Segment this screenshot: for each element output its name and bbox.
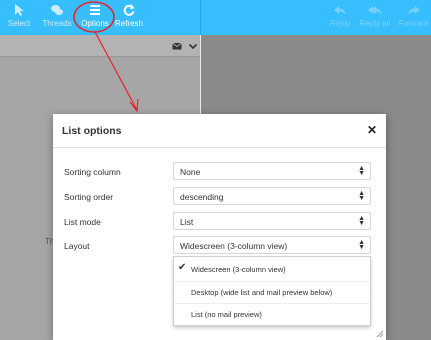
sorting-order-row: Sorting order descending ▲ ▼ <box>53 187 386 207</box>
forward-label: Forward <box>398 19 429 28</box>
check-icon: ✔ <box>178 262 187 273</box>
message-list-header <box>0 35 200 57</box>
reply-all-label: Reply all <box>359 19 391 28</box>
option-label: Desktop (wide list and mail preview belo… <box>191 288 333 297</box>
list-mode-row: List mode List ▲ ▼ <box>53 212 386 232</box>
list-mode-label: List mode <box>64 217 101 227</box>
sorting-column-label: Sorting column <box>64 167 121 177</box>
layout-dropdown: ✔ Widescreen (3-column view) Desktop (wi… <box>173 256 371 326</box>
forward-icon <box>407 6 420 15</box>
select-arrows-icon: ▲ ▼ <box>358 215 365 227</box>
list-options-dialog: List options ✕ Sorting column None ▲ ▼ So… <box>53 114 386 340</box>
sorting-order-select[interactable]: descending ▲ ▼ <box>173 187 371 205</box>
layout-label: Layout <box>64 241 90 251</box>
forward-button[interactable]: Forward <box>397 3 430 33</box>
cursor-icon <box>15 4 24 16</box>
sorting-column-value: None <box>180 167 201 177</box>
sorting-column-select[interactable]: None ▲ ▼ <box>173 162 371 180</box>
select-arrows-icon: ▲ ▼ <box>358 239 365 251</box>
option-label: Widescreen (3-column view) <box>191 265 286 274</box>
select-label: Select <box>7 19 31 28</box>
chevron-down-icon[interactable] <box>188 41 198 51</box>
sorting-order-label: Sorting order <box>64 192 114 202</box>
options-label: Options <box>81 19 109 28</box>
sorting-column-row: Sorting column None ▲ ▼ <box>53 162 386 182</box>
refresh-icon <box>123 4 135 16</box>
dialog-title: List options <box>62 125 122 137</box>
list-mode-select[interactable]: List ▲ ▼ <box>173 212 371 230</box>
toolbar-divider <box>200 0 201 35</box>
reply-all-button[interactable]: Reply all <box>357 3 393 33</box>
threads-icon <box>51 5 63 15</box>
select-arrows-icon: ▲ ▼ <box>358 190 365 202</box>
envelope-icon[interactable] <box>172 41 182 51</box>
refresh-button[interactable]: Refresh <box>114 3 144 33</box>
layout-row: Layout Widescreen (3-column view) ▲ ▼ <box>53 236 386 256</box>
resize-handle-icon[interactable] <box>376 330 384 338</box>
close-icon[interactable]: ✕ <box>367 123 377 137</box>
threads-button[interactable]: Threads <box>38 3 76 33</box>
options-button[interactable]: Options <box>77 3 113 33</box>
list-mode-value: List <box>180 217 194 227</box>
select-button[interactable]: Select <box>2 3 36 33</box>
layout-value: Widescreen (3-column view) <box>180 241 288 251</box>
layout-select[interactable]: Widescreen (3-column view) ▲ ▼ <box>173 236 371 254</box>
threads-label: Threads <box>42 19 72 28</box>
reply-label: Reply <box>329 19 351 28</box>
reply-all-icon <box>368 6 382 15</box>
layout-option-list[interactable]: List (no mail preview) <box>174 303 370 323</box>
toolbar: Select Threads Options Refresh Reply Rep… <box>0 0 431 35</box>
option-label: List (no mail preview) <box>191 310 262 319</box>
sorting-order-value: descending <box>180 192 224 202</box>
layout-option-widescreen[interactable]: ✔ Widescreen (3-column view) <box>174 259 370 279</box>
refresh-label: Refresh <box>114 19 143 28</box>
reply-icon <box>334 6 346 15</box>
list-header-icons <box>172 41 198 51</box>
options-icon <box>90 5 100 15</box>
reply-button[interactable]: Reply <box>327 3 353 33</box>
layout-option-desktop[interactable]: Desktop (wide list and mail preview belo… <box>174 281 370 301</box>
dialog-header: List options ✕ <box>53 114 386 148</box>
select-arrows-icon: ▲ ▼ <box>358 165 365 177</box>
